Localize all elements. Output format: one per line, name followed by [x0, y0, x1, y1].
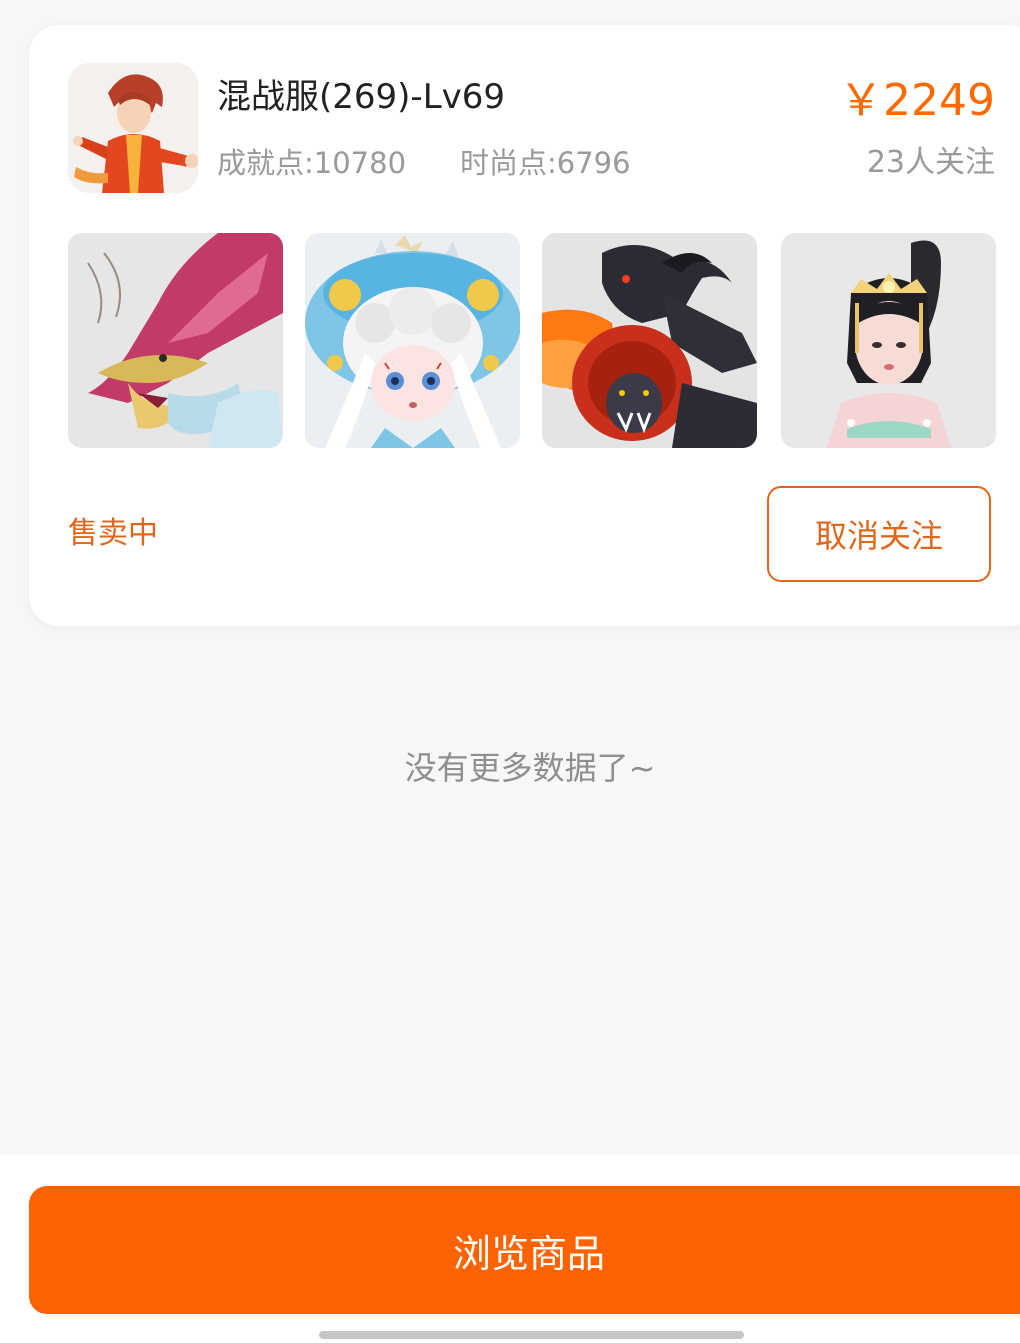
achievement-points: 成就点:10780: [217, 146, 407, 180]
status-label: 售卖中: [68, 516, 158, 551]
listing-card[interactable]: 混战服(269)-Lv69 成就点:10780 时尚点:6796 ￥2249 2…: [29, 25, 1020, 626]
black-ram-beast-icon[interactable]: [542, 233, 757, 448]
dragon-icon[interactable]: [68, 233, 283, 448]
home-indicator[interactable]: [319, 1331, 744, 1339]
browse-products-button[interactable]: 浏览商品: [29, 1186, 1020, 1314]
character-avatar: [68, 63, 198, 193]
dancer-girl-icon[interactable]: [781, 233, 996, 448]
price: ￥2249: [839, 75, 995, 126]
account-title: 混战服(269)-Lv69: [217, 77, 506, 117]
fashion-points: 时尚点:6796: [460, 146, 631, 180]
no-more-data-hint: 没有更多数据了~: [404, 749, 656, 787]
cloud-girl-icon[interactable]: [305, 233, 520, 448]
follower-count: 23人关注: [866, 145, 995, 180]
unfollow-button[interactable]: 取消关注: [767, 486, 991, 582]
